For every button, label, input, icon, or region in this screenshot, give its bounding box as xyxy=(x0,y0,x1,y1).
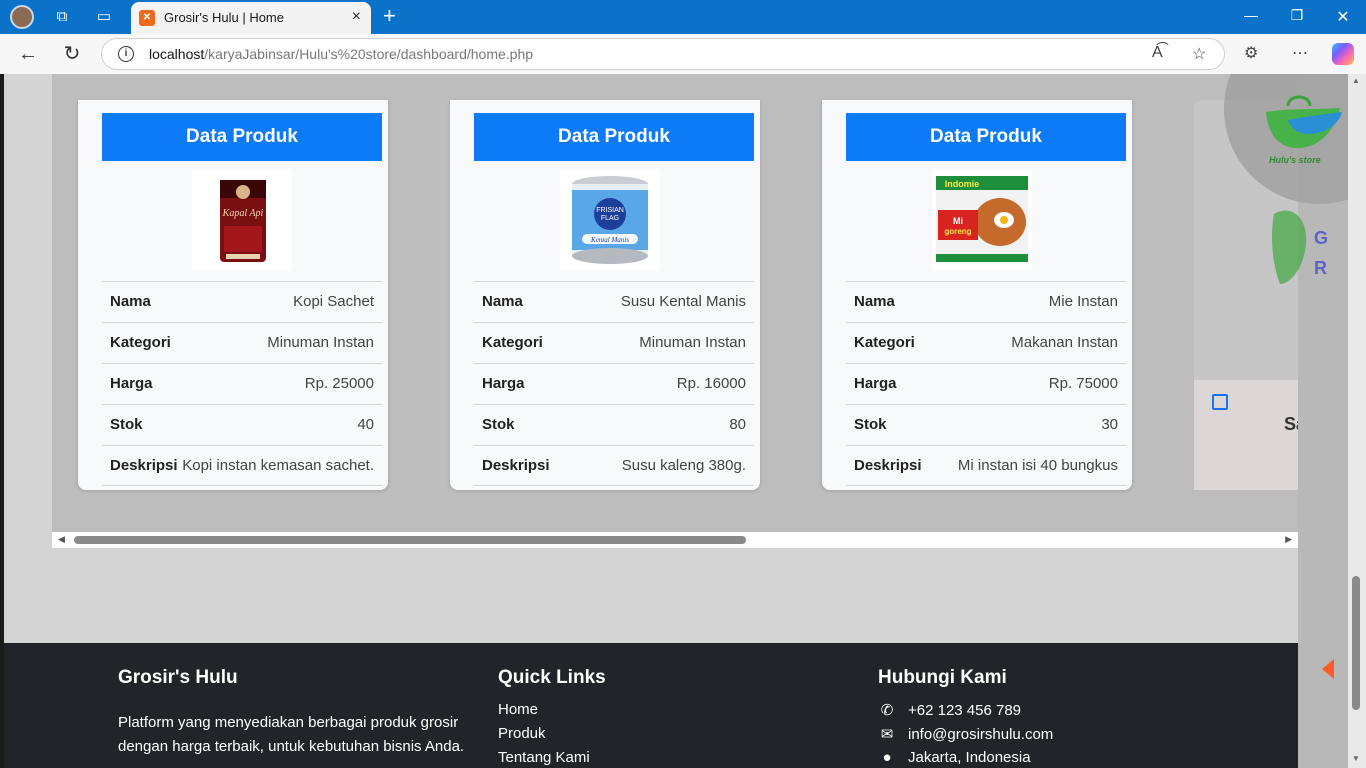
product-card: Data Produk Kapal Api Nama Kopi Sachet Ka… xyxy=(78,100,388,490)
table-row: Nama Susu Kental Manis xyxy=(474,281,754,322)
footer-brand-title: Grosir's Hulu xyxy=(118,667,238,688)
footer-links-title: Quick Links xyxy=(498,667,606,688)
horizontal-scroll-thumb[interactable] xyxy=(74,536,746,544)
address-bar-row: ← ↻ i localhost/karyaJabinsar/Hulu's%20s… xyxy=(0,34,1366,74)
table-row: Nama Mie Instan xyxy=(846,281,1126,322)
browser-titlebar: ⧉ ▭ ✕ Grosir's Hulu | Home × + — ❐ ✕ xyxy=(0,0,1366,34)
scroll-right-icon[interactable]: ▶ xyxy=(1285,534,1292,545)
horizontal-scrollbar[interactable]: ◀ ▶ xyxy=(52,532,1298,548)
new-tab-icon[interactable]: + xyxy=(383,5,396,27)
footer-address: ● Jakarta, Indonesia xyxy=(878,749,1030,766)
card-header: Data Produk xyxy=(846,113,1126,161)
footer-brand-desc: Platform yang menyediakan berbagai produ… xyxy=(118,714,465,755)
svg-text:goreng: goreng xyxy=(944,227,971,236)
card-lower-section: Sa xyxy=(1194,380,1298,490)
site-info-icon[interactable]: i xyxy=(118,46,134,62)
table-row: Kategori Minuman Instan xyxy=(474,322,754,363)
browser-tab[interactable]: ✕ Grosir's Hulu | Home × xyxy=(131,2,371,34)
refresh-icon[interactable]: ↻ xyxy=(60,42,84,66)
sidebar-toggle-arrow-icon[interactable] xyxy=(1322,659,1334,679)
footer-email: ✉ info@grosirshulu.com xyxy=(878,725,1054,743)
copilot-icon[interactable] xyxy=(1332,43,1354,65)
restore-icon[interactable]: ❐ xyxy=(1282,7,1312,24)
email-icon: ✉ xyxy=(880,726,894,743)
leaf-decoration-icon xyxy=(1272,210,1307,284)
product-detail-table: Nama Mie Instan Kategori Makanan Instan Ha… xyxy=(846,281,1126,486)
table-row: Stok 30 xyxy=(846,404,1126,445)
partial-card-text: Sa xyxy=(1284,414,1298,434)
svg-text:FRISIAN: FRISIAN xyxy=(596,207,624,214)
svg-text:FLAG: FLAG xyxy=(601,215,619,222)
table-row: Harga Rp. 25000 xyxy=(102,363,382,404)
sidebar-letter: G xyxy=(1314,228,1329,248)
vertical-scroll-thumb[interactable] xyxy=(1352,576,1360,710)
back-icon[interactable]: ← xyxy=(16,42,40,66)
table-row: Deskripsi Mi instan isi 40 bungkus xyxy=(846,445,1126,486)
svg-text:Mi: Mi xyxy=(953,216,963,226)
svg-text:Kental Manis: Kental Manis xyxy=(590,236,629,244)
site-footer: Grosir's Hulu Platform yang menyediakan … xyxy=(4,643,1298,768)
product-card: Data Produk Indomie Mi goreng Nama Mie I… xyxy=(822,100,1132,490)
scroll-left-icon[interactable]: ◀ xyxy=(58,534,65,545)
read-aloud-icon[interactable]: A͡ xyxy=(1152,44,1163,62)
location-icon: ● xyxy=(882,749,892,766)
url-text: localhost/karyaJabinsar/Hulu's%20store/d… xyxy=(149,46,534,62)
url-input[interactable]: i localhost/karyaJabinsar/Hulu's%20store… xyxy=(101,38,1225,70)
scroll-down-icon[interactable]: ▼ xyxy=(1352,754,1360,763)
table-row: Kategori Makanan Instan xyxy=(846,322,1126,363)
page-viewport: Data Produk Kapal Api Nama Kopi Sachet Ka… xyxy=(4,74,1348,768)
workspaces-icon[interactable]: ⧉ xyxy=(52,7,72,27)
vertical-scrollbar[interactable]: ▲ ▼ xyxy=(1348,74,1366,768)
table-row: Harga Rp. 16000 xyxy=(474,363,754,404)
favorite-star-icon[interactable]: ☆ xyxy=(1192,44,1206,64)
table-row: Nama Kopi Sachet xyxy=(102,281,382,322)
sidebar-letter: R xyxy=(1314,258,1327,278)
product-detail-table: Nama Kopi Sachet Kategori Minuman Instan H… xyxy=(102,281,382,486)
table-row: Deskripsi Susu kaleng 380g. xyxy=(474,445,754,486)
extensions-icon[interactable]: ⚙ xyxy=(1244,43,1258,63)
tab-title: Grosir's Hulu | Home xyxy=(164,10,284,25)
product-card: Data Produk FRISIAN FLAG Kental Manis Na… xyxy=(450,100,760,490)
table-row: Kategori Minuman Instan xyxy=(102,322,382,363)
phone-icon: ✆ xyxy=(880,702,894,719)
tab-close-icon[interactable]: × xyxy=(352,8,361,26)
svg-text:Indomie: Indomie xyxy=(945,179,980,189)
product-scroll-area[interactable]: Data Produk Kapal Api Nama Kopi Sachet Ka… xyxy=(52,74,1298,532)
table-row: Stok 40 xyxy=(102,404,382,445)
xampp-favicon-icon: ✕ xyxy=(139,10,155,26)
store-logo-icon[interactable] xyxy=(1258,90,1342,160)
table-row: Harga Rp. 75000 xyxy=(846,363,1126,404)
card-header: Data Produk xyxy=(102,113,382,161)
card-header: Data Produk xyxy=(474,113,754,161)
svg-text:Kapal Api: Kapal Api xyxy=(222,208,264,219)
kopi-sachet-image: Kapal Api xyxy=(192,170,292,270)
footer-link-tentang[interactable]: Tentang Kami xyxy=(498,749,590,766)
scroll-up-icon[interactable]: ▲ xyxy=(1352,76,1360,85)
more-menu-icon[interactable]: ⋯ xyxy=(1292,43,1308,63)
footer-contact-title: Hubungi Kami xyxy=(878,667,1007,688)
window-close-icon[interactable]: ✕ xyxy=(1328,7,1358,27)
product-detail-table: Nama Susu Kental Manis Kategori Minuman In… xyxy=(474,281,754,486)
footer-link-home[interactable]: Home xyxy=(498,701,538,718)
footer-phone: ✆ +62 123 456 789 xyxy=(878,701,1021,719)
profile-avatar[interactable] xyxy=(10,5,34,29)
tab-actions-icon[interactable]: ▭ xyxy=(94,7,114,27)
table-row: Stok 80 xyxy=(474,404,754,445)
edit-icon[interactable] xyxy=(1212,394,1228,410)
footer-link-produk[interactable]: Produk xyxy=(498,725,546,742)
table-row: Deskripsi Kopi instan kemasan sachet. xyxy=(102,445,382,486)
logo-text: Hulu's store xyxy=(1269,155,1321,165)
mie-instan-image: Indomie Mi goreng xyxy=(932,170,1032,270)
minimize-icon[interactable]: — xyxy=(1236,7,1266,23)
susu-kental-manis-image: FRISIAN FLAG Kental Manis xyxy=(560,170,660,270)
